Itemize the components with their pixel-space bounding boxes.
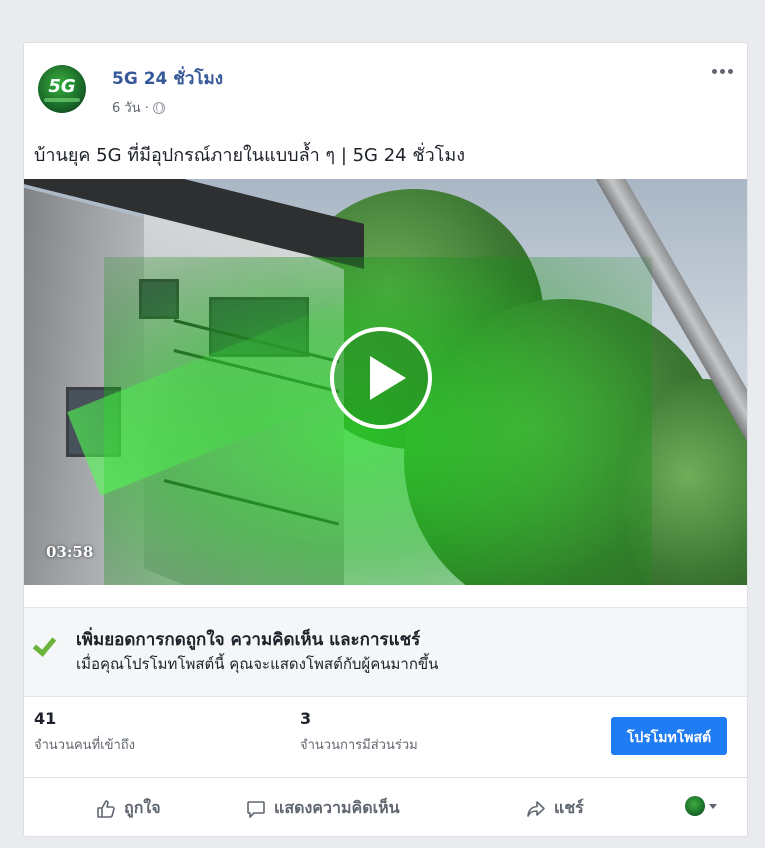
engagement-stat: 3 จำนวนการมีส่วนร่วม	[300, 709, 418, 755]
share-label: แชร์	[554, 798, 584, 817]
play-icon[interactable]	[330, 327, 432, 429]
thumbs-up-icon	[96, 799, 116, 819]
like-label: ถูกใจ	[124, 798, 161, 817]
video-player[interactable]: 03:58	[24, 179, 747, 585]
comment-label: แสดงความคิดเห็น	[274, 798, 400, 817]
post-caption: บ้านยุค 5G ที่มีอุปกรณ์ภายในแบบล้ำ ๆ | 5…	[34, 145, 465, 166]
more-dot-icon	[712, 69, 717, 74]
share-icon	[526, 799, 546, 819]
post-as-selector[interactable]	[685, 796, 717, 816]
video-duration: 03:58	[46, 543, 94, 561]
page-avatar[interactable]: 5G	[38, 65, 86, 113]
page-name-link[interactable]: 5G 24 ชั่วโมง	[112, 65, 223, 92]
boost-promo-banner: เพิ่มยอดการกดถูกใจ ความคิดเห็น และการแชร…	[24, 607, 747, 697]
more-dot-icon	[728, 69, 733, 74]
chevron-down-icon	[709, 803, 717, 809]
share-button[interactable]: แชร์	[526, 778, 584, 836]
boost-subtitle: เมื่อคุณโปรโมทโพสต์นี้ คุณจะแสดงโพสต์กับ…	[76, 655, 439, 673]
post-meta: 6 วัน ·	[112, 97, 165, 118]
reach-stat: 41 จำนวนคนที่เข้าถึง	[34, 709, 135, 755]
post-insights: 41 จำนวนคนที่เข้าถึง 3 จำนวนการมีส่วนร่ว…	[24, 695, 747, 777]
engagement-value: 3	[300, 709, 312, 728]
comment-icon	[246, 799, 266, 819]
avatar-logo-text: 5G	[48, 76, 76, 97]
boost-title: เพิ่มยอดการกดถูกใจ ความคิดเห็น และการแชร…	[76, 630, 421, 650]
reach-value: 41	[34, 709, 57, 728]
reach-label: จำนวนคนที่เข้าถึง	[34, 738, 135, 753]
comment-button[interactable]: แสดงความคิดเห็น	[246, 778, 400, 836]
promote-post-button[interactable]: โปรโมทโพสต์	[611, 717, 727, 755]
checkmark-icon	[32, 632, 57, 657]
like-button[interactable]: ถูกใจ	[96, 778, 161, 836]
post-header: 5G 5G 24 ชั่วโมง 6 วัน ·	[24, 43, 747, 133]
more-dot-icon	[720, 69, 725, 74]
more-options-button[interactable]	[708, 63, 737, 80]
avatar-wave-decoration	[44, 98, 80, 102]
post-card: 5G 5G 24 ชั่วโมง 6 วัน · บ้านยุค 5G ที่ม…	[23, 42, 748, 837]
post-actions-bar: ถูกใจ แสดงความคิดเห็น แชร์	[24, 777, 747, 836]
engagement-label: จำนวนการมีส่วนร่วม	[300, 738, 418, 753]
post-time[interactable]: 6 วัน ·	[112, 97, 149, 118]
page-mini-avatar	[685, 796, 705, 816]
globe-icon	[152, 101, 165, 114]
